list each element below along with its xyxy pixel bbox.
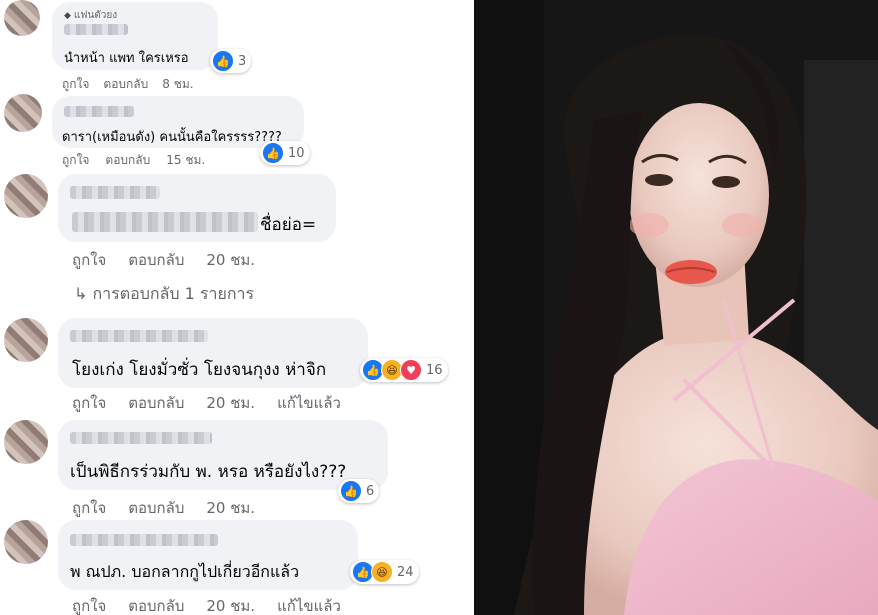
like-icon: 👍 bbox=[212, 50, 234, 72]
like-link[interactable]: ถูกใจ bbox=[72, 248, 106, 272]
reaction-count: 16 bbox=[426, 362, 443, 378]
reply-link[interactable]: ตอบกลับ bbox=[105, 151, 150, 170]
comment-text: ชื่อย่อ= bbox=[260, 215, 317, 235]
reaction-summary[interactable]: 👍 3 bbox=[210, 49, 252, 73]
comment-bubble: เป็นพิธีกรร่วมกับ พ. หรอ หรือยังไง??? bbox=[58, 420, 388, 490]
edited-label[interactable]: แก้ไขแล้ว bbox=[277, 391, 341, 415]
diamond-icon: ◆ bbox=[64, 11, 71, 21]
comment-text: ดารา(เหมือนดัง) คนนั้นคือใครรรร???? bbox=[62, 130, 282, 145]
comment-section: ◆ แฟนตัวยง นำหน้า แพท ใครเหรอ 👍 3 ถูกใจ ต… bbox=[0, 0, 474, 615]
comment-actions: ถูกใจ ตอบกลับ 20 ชม. แก้ไขแล้ว bbox=[72, 391, 341, 415]
photo-illustration bbox=[474, 0, 878, 615]
comment-actions: ถูกใจ ตอบกลับ 20 ชม. bbox=[72, 248, 255, 272]
reaction-summary[interactable]: 👍 😆 ♥ 16 bbox=[360, 358, 448, 382]
edited-label[interactable]: แก้ไขแล้ว bbox=[277, 594, 341, 615]
haha-icon: 😆 bbox=[371, 561, 393, 583]
commenter-name[interactable] bbox=[70, 432, 212, 444]
reaction-summary[interactable]: 👍 6 bbox=[338, 479, 380, 503]
comment-bubble: โยงเก่ง โยงมั่วซั่ว โยงจนกุงง ห่าจิก bbox=[58, 318, 368, 388]
comment-actions: ถูกใจ ตอบกลับ 8 ชม. bbox=[62, 75, 194, 94]
top-fan-badge: ◆ แฟนตัวยง bbox=[64, 8, 117, 23]
reply-link[interactable]: ตอบกลับ bbox=[128, 496, 184, 520]
commenter-name[interactable] bbox=[64, 24, 128, 35]
heart-icon: ♥ bbox=[400, 359, 422, 381]
comment-text: นำหน้า แพท ใครเหรอ bbox=[64, 51, 189, 66]
comment-actions: ถูกใจ ตอบกลับ 15 ชม. bbox=[62, 151, 205, 170]
comment-bubble: พ ณปภ. บอกลากกูไปเกี่ยวอีกแล้ว bbox=[58, 520, 358, 590]
commenter-name[interactable] bbox=[70, 186, 160, 199]
like-icon: 👍 bbox=[340, 480, 362, 502]
comment-text: พ ณปภ. บอกลากกูไปเกี่ยวอีกแล้ว bbox=[70, 562, 300, 581]
reaction-count: 10 bbox=[288, 145, 305, 161]
timestamp[interactable]: 8 ชม. bbox=[162, 75, 193, 94]
badge-label: แฟนตัวยง bbox=[73, 10, 118, 21]
avatar[interactable] bbox=[4, 420, 48, 464]
view-replies-link[interactable]: ↳ การตอบกลับ 1 รายการ bbox=[74, 282, 254, 307]
comment-bubble: ชื่อย่อ= bbox=[58, 174, 336, 242]
selfie-photo bbox=[474, 0, 878, 615]
avatar[interactable] bbox=[4, 0, 40, 36]
reply-link[interactable]: ตอบกลับ bbox=[128, 391, 184, 415]
like-link[interactable]: ถูกใจ bbox=[72, 496, 106, 520]
reaction-count: 3 bbox=[238, 53, 247, 69]
reply-link[interactable]: ตอบกลับ bbox=[128, 594, 184, 615]
comment-text: โยงเก่ง โยงมั่วซั่ว โยงจนกุงง ห่าจิก bbox=[72, 360, 327, 380]
avatar[interactable] bbox=[4, 520, 48, 564]
comment-actions: ถูกใจ ตอบกลับ 20 ชม. bbox=[72, 496, 255, 520]
timestamp[interactable]: 20 ชม. bbox=[206, 496, 255, 520]
comment-actions: ถูกใจ ตอบกลับ 20 ชม. แก้ไขแล้ว bbox=[72, 594, 341, 615]
like-link[interactable]: ถูกใจ bbox=[72, 594, 106, 615]
reaction-count: 6 bbox=[366, 483, 375, 499]
reaction-summary[interactable]: 👍 10 bbox=[260, 141, 310, 165]
commenter-name[interactable] bbox=[64, 106, 134, 117]
avatar[interactable] bbox=[4, 174, 48, 218]
comment-bubble: ◆ แฟนตัวยง นำหน้า แพท ใครเหรอ bbox=[52, 2, 218, 70]
timestamp[interactable]: 20 ชม. bbox=[206, 248, 255, 272]
avatar[interactable] bbox=[4, 94, 42, 132]
like-link[interactable]: ถูกใจ bbox=[72, 391, 106, 415]
commenter-name[interactable] bbox=[70, 534, 218, 546]
like-link[interactable]: ถูกใจ bbox=[62, 75, 89, 94]
avatar[interactable] bbox=[4, 318, 48, 362]
reaction-count: 24 bbox=[397, 564, 414, 580]
timestamp[interactable]: 20 ชม. bbox=[206, 391, 255, 415]
like-link[interactable]: ถูกใจ bbox=[62, 151, 89, 170]
reaction-summary[interactable]: 👍 😆 24 bbox=[350, 560, 419, 584]
comment-bubble: ดารา(เหมือนดัง) คนนั้นคือใครรรร???? bbox=[52, 96, 304, 148]
comment-text: เป็นพิธีกรร่วมกับ พ. หรอ หรือยังไง??? bbox=[70, 462, 347, 482]
timestamp[interactable]: 20 ชม. bbox=[206, 594, 255, 615]
commenter-name[interactable] bbox=[70, 330, 208, 342]
redacted-text bbox=[72, 212, 258, 232]
reply-link[interactable]: ตอบกลับ bbox=[103, 75, 148, 94]
reply-link[interactable]: ตอบกลับ bbox=[128, 248, 184, 272]
timestamp[interactable]: 15 ชม. bbox=[166, 151, 205, 170]
like-icon: 👍 bbox=[262, 142, 284, 164]
